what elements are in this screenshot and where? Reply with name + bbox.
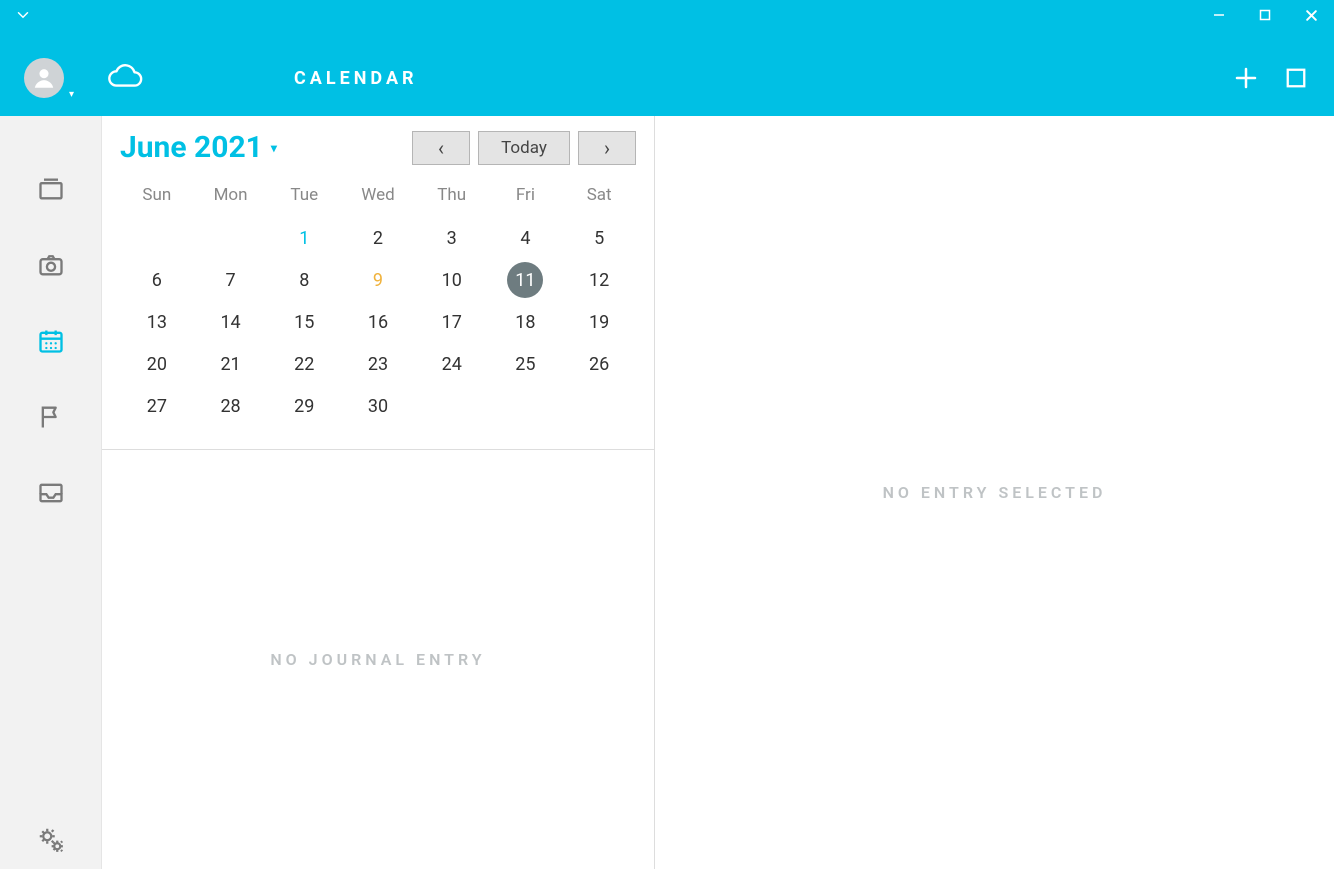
calendar-header: June 2021 ▾ ‹ Today › — [120, 130, 636, 165]
sync-cloud-button[interactable] — [106, 63, 144, 93]
plus-icon — [1234, 66, 1258, 90]
dow-label: Tue — [267, 179, 341, 217]
nav-settings-button[interactable] — [36, 839, 66, 869]
nav-calendar-button[interactable] — [36, 326, 66, 356]
dow-label: Sat — [562, 179, 636, 217]
calendar-day[interactable]: 5 — [562, 217, 636, 259]
chevron-down-icon — [14, 6, 32, 24]
calendar-week-row: 12345 — [120, 217, 636, 259]
header-row: ▾ CALENDAR — [0, 40, 1334, 116]
calendar-week-row: 20212223242526 — [120, 343, 636, 385]
calendar-day[interactable]: 23 — [341, 343, 415, 385]
journal-empty-state: NO JOURNAL ENTRY — [102, 450, 654, 869]
dow-label: Wed — [341, 179, 415, 217]
titlebar — [0, 0, 1334, 40]
calendar-day[interactable]: 27 — [120, 385, 194, 427]
person-icon — [31, 65, 57, 91]
dow-label: Fri — [489, 179, 563, 217]
nav-photos-button[interactable] — [36, 250, 66, 280]
window-minimize-button[interactable] — [1196, 0, 1242, 30]
calendar-day[interactable]: 30 — [341, 385, 415, 427]
nav-flag-button[interactable] — [36, 402, 66, 432]
calendar-day — [194, 217, 268, 259]
window-maximize-button[interactable] — [1242, 0, 1288, 30]
calendar-day[interactable]: 15 — [267, 301, 341, 343]
camera-icon — [37, 251, 65, 279]
calendar-day[interactable]: 26 — [562, 343, 636, 385]
calendar-day — [415, 385, 489, 427]
header-title: CALENDAR — [144, 68, 1234, 89]
entry-empty-state: NO ENTRY SELECTED — [655, 116, 1334, 869]
calendar-day[interactable]: 12 — [562, 259, 636, 301]
inbox-icon — [37, 479, 65, 507]
month-selector[interactable]: June 2021 ▾ — [120, 130, 277, 165]
calendar-day[interactable]: 20 — [120, 343, 194, 385]
calendar-icon — [37, 327, 65, 355]
header: ▾ CALENDAR — [0, 0, 1334, 116]
calendar-day[interactable]: 10 — [415, 259, 489, 301]
close-icon — [1305, 9, 1318, 22]
account-avatar[interactable]: ▾ — [24, 58, 64, 98]
caret-down-icon: ▾ — [69, 89, 74, 100]
minimize-icon — [1213, 9, 1225, 21]
add-entry-button[interactable] — [1234, 66, 1258, 90]
flag-icon — [37, 403, 65, 431]
calendar-day[interactable]: 11 — [489, 259, 563, 301]
nav-journal-button[interactable] — [36, 174, 66, 204]
nav-inbox-button[interactable] — [36, 478, 66, 508]
body: June 2021 ▾ ‹ Today › SunMonTueWedThuFri… — [0, 116, 1334, 869]
calendar-day[interactable]: 25 — [489, 343, 563, 385]
calendar-day[interactable]: 2 — [341, 217, 415, 259]
calendar-day[interactable]: 28 — [194, 385, 268, 427]
calendar-week-row: 27282930 — [120, 385, 636, 427]
header-actions — [1234, 66, 1334, 90]
next-month-button[interactable]: › — [578, 131, 636, 165]
dow-label: Thu — [415, 179, 489, 217]
cloud-icon — [106, 63, 144, 93]
calendar-day[interactable]: 8 — [267, 259, 341, 301]
calendar-day[interactable]: 17 — [415, 301, 489, 343]
dow-label: Mon — [194, 179, 268, 217]
calendar-week-row: 6789101112 — [120, 259, 636, 301]
calendar-day[interactable]: 22 — [267, 343, 341, 385]
panel-toggle-button[interactable] — [1284, 66, 1308, 90]
calendar-nav: ‹ Today › — [412, 131, 636, 165]
calendar-day[interactable]: 6 — [120, 259, 194, 301]
month-label: June 2021 — [120, 130, 263, 165]
calendar-day[interactable]: 13 — [120, 301, 194, 343]
calendar-day[interactable]: 9 — [341, 259, 415, 301]
calendar-day[interactable]: 18 — [489, 301, 563, 343]
calendar-day[interactable]: 24 — [415, 343, 489, 385]
calendar-day[interactable]: 1 — [267, 217, 341, 259]
gears-icon — [36, 825, 66, 855]
calendar-weeks: 1234567891011121314151617181920212223242… — [120, 217, 636, 427]
calendar-week-row: 13141516171819 — [120, 301, 636, 343]
calendar-day[interactable]: 19 — [562, 301, 636, 343]
calendar-panel: June 2021 ▾ ‹ Today › SunMonTueWedThuFri… — [102, 116, 654, 450]
calendar-day — [120, 217, 194, 259]
calendar-day[interactable]: 16 — [341, 301, 415, 343]
today-button[interactable]: Today — [478, 131, 570, 165]
middle-column: June 2021 ▾ ‹ Today › SunMonTueWedThuFri… — [102, 116, 655, 869]
calendar-day[interactable]: 21 — [194, 343, 268, 385]
maximize-icon — [1259, 9, 1271, 21]
calendar-day[interactable]: 14 — [194, 301, 268, 343]
prev-month-button[interactable]: ‹ — [412, 131, 470, 165]
dow-row: SunMonTueWedThuFriSat — [120, 179, 636, 217]
square-icon — [1285, 67, 1307, 89]
calendar-day[interactable]: 7 — [194, 259, 268, 301]
calendar-grid: SunMonTueWedThuFriSat 123456789101112131… — [120, 179, 636, 427]
calendar-day[interactable]: 3 — [415, 217, 489, 259]
journal-icon — [37, 175, 65, 203]
window-close-button[interactable] — [1288, 0, 1334, 30]
calendar-day — [489, 385, 563, 427]
left-rail — [0, 116, 102, 869]
dow-label: Sun — [120, 179, 194, 217]
calendar-day[interactable]: 29 — [267, 385, 341, 427]
calendar-day — [562, 385, 636, 427]
caret-down-icon: ▾ — [271, 141, 277, 155]
calendar-day[interactable]: 4 — [489, 217, 563, 259]
app-menu-button[interactable] — [0, 0, 46, 30]
